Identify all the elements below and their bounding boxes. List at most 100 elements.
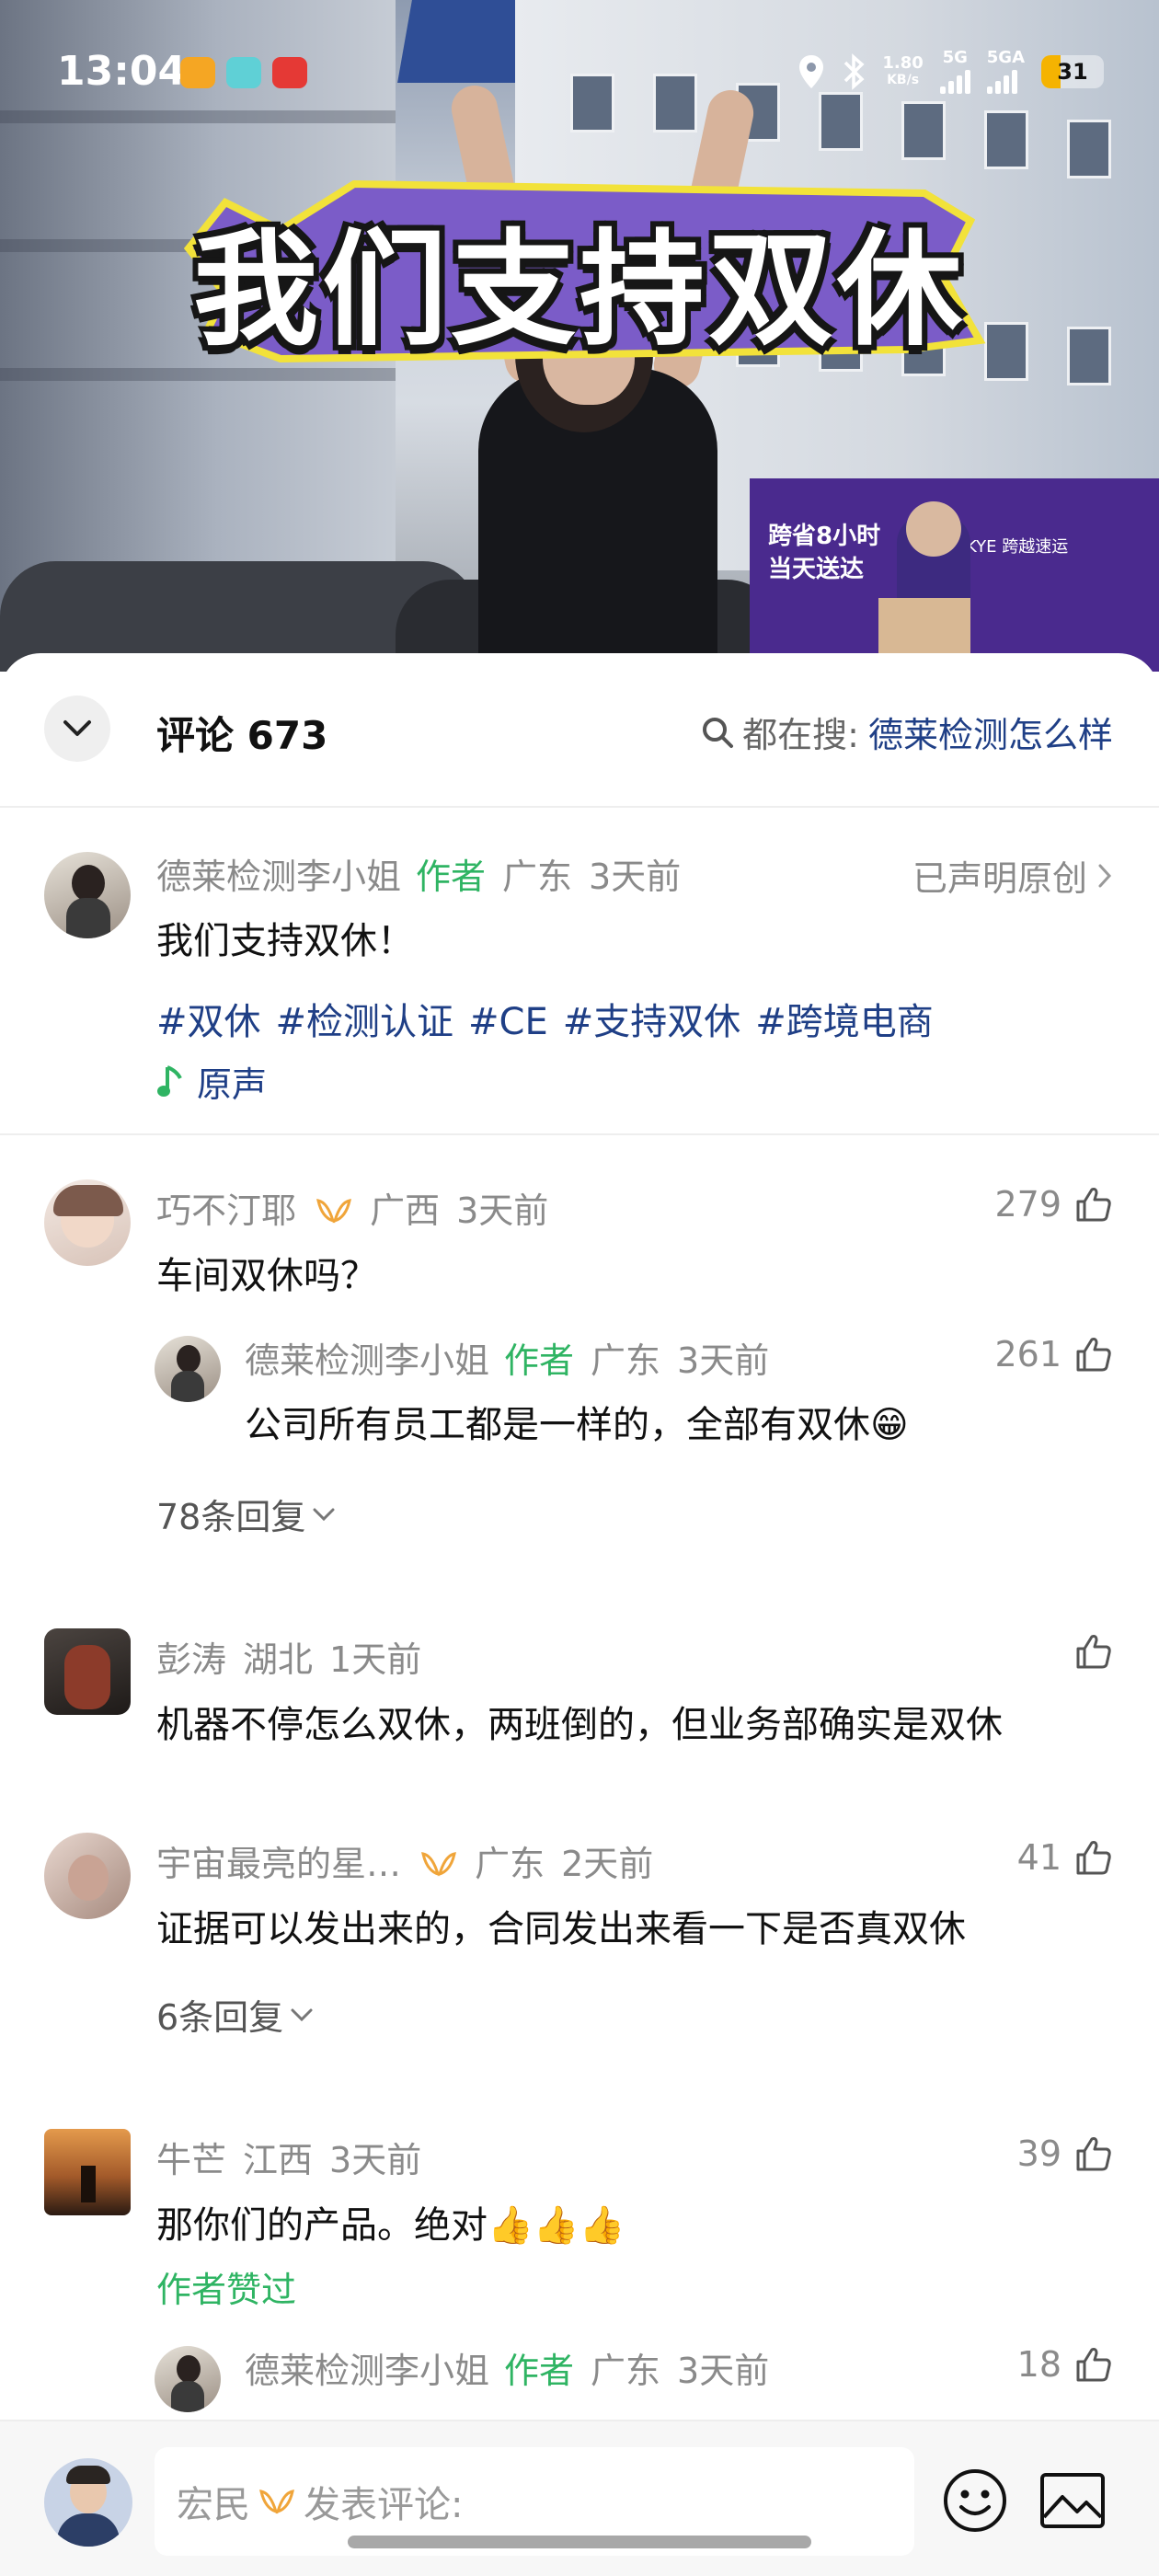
hashtag-link[interactable]: #支持双休 <box>563 1001 741 1043</box>
reply-user-name[interactable]: 德莱检测李小姐 <box>245 2351 489 2391</box>
thumbs-up-icon <box>1076 1841 1111 1875</box>
comment-meta: 巧不汀耶 广西 3天前 <box>156 1190 549 1231</box>
like-button[interactable]: 279 <box>994 1184 1113 1225</box>
reply-text: 公司所有员工都是一样的，全部有双休😁 <box>245 1404 909 1446</box>
chevron-down-icon <box>63 720 91 736</box>
like-button[interactable]: 261 <box>994 1334 1113 1374</box>
comment-text: 机器不停怎么双休，两班倒的，但业务部确实是双休 <box>156 1704 1003 1746</box>
chevron-down-icon <box>313 1508 335 1521</box>
hashtag-link[interactable]: #CE <box>468 1001 548 1043</box>
author-tag: 作者 <box>416 857 487 897</box>
post-location: 广东 <box>502 857 573 897</box>
chevron-right-icon <box>1098 864 1112 887</box>
status-time: 13:04 <box>57 48 187 95</box>
post-time: 3天前 <box>589 857 682 897</box>
signal-sim1: 5G <box>939 50 970 94</box>
truck-slogan: 跨省8小时 当天送达 <box>768 523 881 583</box>
avatar[interactable] <box>155 2346 221 2412</box>
thumbs-up-icon <box>1076 1188 1111 1222</box>
comment-meta: 彭涛 湖北 1天前 <box>156 1639 422 1680</box>
comment-sheet: 评论 673 都在搜: 德莱检测怎么样 德莱检测李小姐 作者 广东 3天前 已声明原创… <box>0 653 1159 2576</box>
wings-badge-icon <box>259 2490 294 2514</box>
like-button[interactable] <box>1061 1633 1113 1670</box>
hashtag-link[interactable]: #双休 <box>156 1001 261 1043</box>
comment-meta: 牛芒 江西 3天前 <box>156 2140 422 2180</box>
wings-badge-icon <box>421 1852 457 1877</box>
network-speed: 1.80 KB/s <box>882 53 924 88</box>
battery-indicator: 31 <box>1041 55 1104 88</box>
search-prefix: 都在搜: <box>742 715 859 755</box>
post-author-name[interactable]: 德莱检测李小姐 <box>156 857 401 897</box>
emoji-icon <box>944 2469 1006 2532</box>
video-player[interactable]: 跨省8小时 当天送达 KYE 跨越速运 我们支持双休 13:04 1.80 KB… <box>0 0 1159 672</box>
like-count: 41 <box>1016 1837 1061 1878</box>
thumbs-up-icon <box>1076 1635 1111 1669</box>
status-icons: 1.80 KB/s 5G 5GA 31 <box>798 50 1104 94</box>
comment-user-name[interactable]: 宇宙最亮的星… <box>156 1844 401 1884</box>
my-name: 宏民 <box>177 2484 250 2526</box>
image-icon <box>1040 2473 1105 2528</box>
trending-search[interactable]: 都在搜: 德莱检测怎么样 <box>700 707 1113 757</box>
video-headline: 我们支持双休 <box>193 218 966 363</box>
post-text: 我们支持双休！ <box>156 920 414 962</box>
author-liked-badge: 作者赞过 <box>156 2270 297 2310</box>
thumbs-up-icon <box>1076 1338 1111 1372</box>
like-count: 39 <box>1016 2133 1061 2174</box>
wings-badge-icon <box>316 1199 352 1224</box>
like-button[interactable]: 41 <box>1017 1837 1113 1878</box>
avatar[interactable] <box>44 1179 131 1266</box>
search-term-link[interactable]: 德莱检测怎么样 <box>868 707 1113 757</box>
status-bar: 13:04 1.80 KB/s 5G 5GA 31 <box>0 44 1159 103</box>
comment-text: 证据可以发出来的，合同发出来看一下是否真双休 <box>156 1908 966 1950</box>
music-note-icon <box>157 1064 182 1097</box>
like-count: 279 <box>994 1184 1061 1225</box>
comment-user-name[interactable]: 彭涛 <box>156 1639 226 1680</box>
original-sound-link[interactable]: 原声 <box>156 1056 267 1107</box>
like-count: 18 <box>1016 2344 1061 2385</box>
hashtag-link[interactable]: #检测认证 <box>276 1001 454 1043</box>
comment-user-name[interactable]: 牛芒 <box>156 2140 226 2180</box>
like-button[interactable]: 39 <box>1017 2133 1113 2174</box>
hashtag-list: #双休 #检测认证 #CE #支持双休 #跨境电商 <box>156 992 948 1045</box>
signal-sim2: 5GA <box>986 50 1025 94</box>
avatar[interactable] <box>44 1628 131 1715</box>
collapse-button[interactable] <box>44 696 110 762</box>
expand-replies-link[interactable]: 6条回复 <box>156 1989 315 2040</box>
avatar[interactable] <box>44 852 131 938</box>
home-indicator[interactable] <box>348 2536 811 2548</box>
notification-app-icon <box>226 57 261 88</box>
input-placeholder: 发表评论: <box>304 2484 464 2526</box>
comment-text: 那你们的产品。绝对👍👍👍 <box>156 2204 625 2247</box>
thumbs-up-icon <box>1076 2137 1111 2171</box>
chevron-down-icon <box>291 2008 313 2021</box>
emoji-button[interactable] <box>936 2462 1014 2539</box>
comment-sheet-header: 评论 673 都在搜: 德莱检测怎么样 <box>0 653 1159 808</box>
like-count: 261 <box>994 1334 1061 1374</box>
reply-meta: 德莱检测李小姐 作者 广东 3天前 <box>245 1340 770 1381</box>
my-avatar[interactable] <box>44 2458 132 2547</box>
avatar[interactable] <box>44 1833 131 1919</box>
expand-replies-link[interactable]: 78条回复 <box>156 1489 337 1539</box>
avatar[interactable] <box>155 1336 221 1402</box>
bluetooth-icon <box>844 53 865 90</box>
image-button[interactable] <box>1034 2462 1111 2539</box>
truck-brand: KYE 跨越速运 <box>966 537 1069 557</box>
reply-user-name[interactable]: 德莱检测李小姐 <box>245 1340 489 1381</box>
comment-user-name[interactable]: 巧不汀耶 <box>156 1190 296 1231</box>
location-icon <box>799 55 824 88</box>
post-description: 德莱检测李小姐 作者 广东 3天前 已声明原创 我们支持双休！ #双休 #检测认证 #CE… <box>0 808 1159 1135</box>
notification-app-icon <box>272 57 307 88</box>
comment-input-bar: 宏民 发表评论: <box>0 2420 1159 2576</box>
avatar[interactable] <box>44 2129 131 2215</box>
declared-original-link[interactable]: 已声明原创 <box>912 850 1113 901</box>
comment-count-title: 评论 673 <box>156 713 328 758</box>
comment-text: 车间双休吗？ <box>156 1255 377 1297</box>
reply-meta: 德莱检测李小姐 作者 广东 3天前 <box>245 2351 770 2391</box>
notification-app-icon <box>180 57 215 88</box>
comment-meta: 宇宙最亮的星… 广东 2天前 <box>156 1844 654 1884</box>
post-meta: 德莱检测李小姐 作者 广东 3天前 <box>156 848 681 899</box>
like-button[interactable]: 18 <box>1017 2344 1113 2385</box>
thumbs-up-icon <box>1076 2348 1111 2382</box>
hashtag-link[interactable]: #跨境电商 <box>755 1001 934 1043</box>
search-icon <box>703 717 734 748</box>
